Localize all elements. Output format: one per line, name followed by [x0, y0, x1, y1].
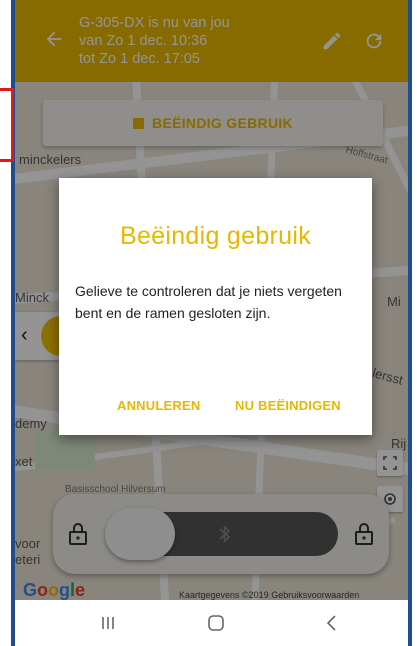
end-usage-dialog: Beëindig gebruik Gelieve te controleren …	[59, 178, 372, 435]
app-screen: minckelers Minck Mi demy xet voor eteri …	[15, 0, 408, 600]
confirm-end-button[interactable]: NU BEËINDIGEN	[235, 398, 341, 413]
recents-icon[interactable]	[97, 612, 119, 639]
back-chevron-icon[interactable]	[321, 612, 343, 639]
home-icon[interactable]	[205, 612, 227, 639]
annotation-marker	[0, 88, 14, 162]
cancel-button[interactable]: ANNULEREN	[117, 398, 200, 413]
dialog-title: Beëindig gebruik	[119, 222, 312, 250]
screenshot-frame: minckelers Minck Mi demy xet voor eteri …	[11, 0, 412, 646]
system-nav-bar	[15, 600, 408, 646]
dialog-actions: ANNULEREN NU BEËINDIGEN	[59, 398, 372, 418]
dialog-message: Gelieve te controleren dat je niets verg…	[75, 283, 342, 321]
